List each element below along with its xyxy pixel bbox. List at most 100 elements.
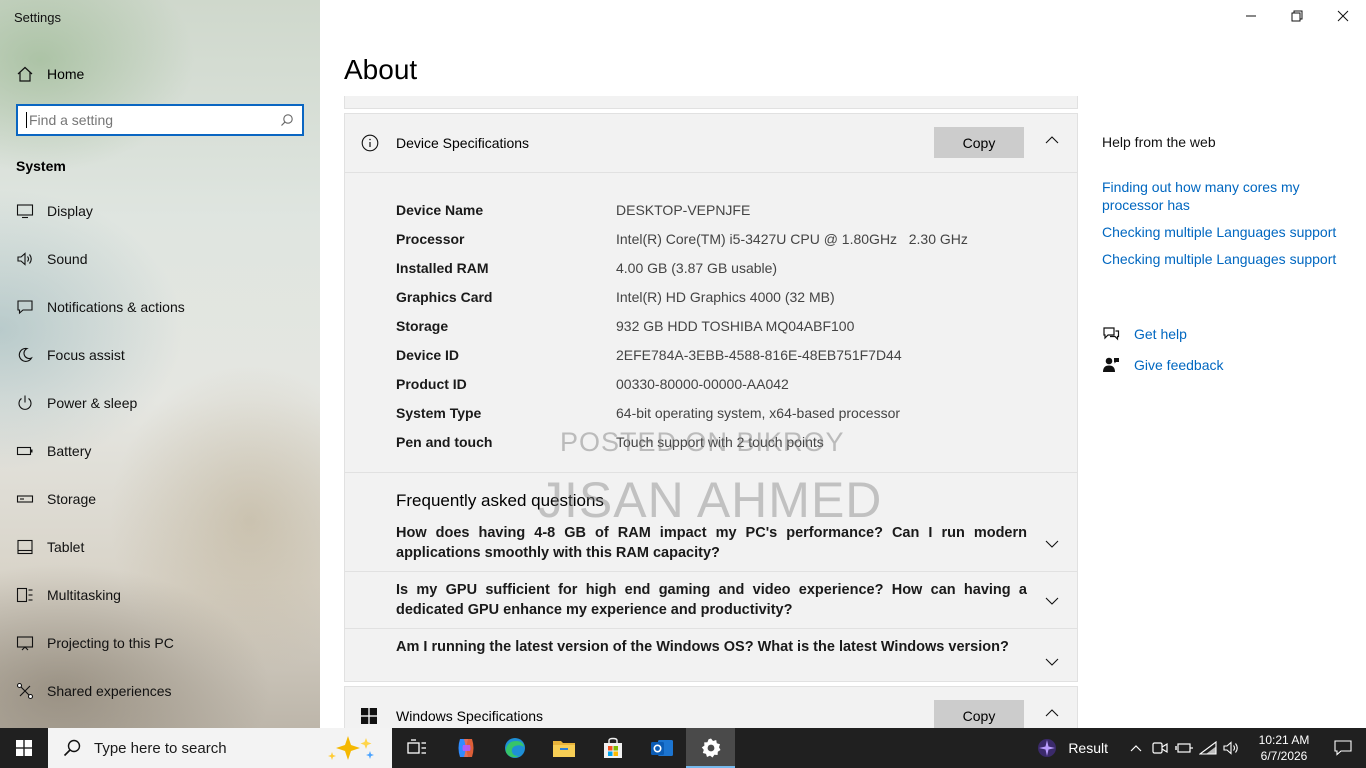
system-tray: Result 10:21 AM 6/7/2026 [1036,728,1366,768]
sidebar-item-power-sleep[interactable]: Power & sleep [0,379,320,427]
help-link[interactable]: Checking multiple Languages support [1102,223,1352,241]
network-button[interactable] [1196,728,1220,768]
sidebar-item-label: Notifications & actions [47,299,185,315]
info-icon [361,134,379,152]
give-feedback-label: Give feedback [1134,357,1224,373]
help-link[interactable]: Finding out how many cores my processor … [1102,178,1352,214]
tray-result-widget[interactable]: Result [1036,737,1108,759]
get-help-link[interactable]: Get help [1102,323,1352,345]
volume-button[interactable] [1220,728,1244,768]
help-actions: Get help Give feedback [1102,323,1352,376]
wifi-icon [1199,741,1217,755]
spec-row: Storage 932 GB HDD TOSHIBA MQ04ABF100 [396,311,1077,340]
faq-item[interactable]: Is my GPU sufficient for high end gaming… [345,572,1077,629]
taskbar-clock[interactable]: 10:21 AM 6/7/2026 [1248,732,1320,764]
sidebar-item-label: Storage [47,491,97,507]
search-icon[interactable] [280,113,294,127]
windows-specifications-title: Windows Specifications [396,708,544,724]
spec-row: Graphics Card Intel(R) HD Graphics 4000 (… [396,282,1077,311]
meet-now-button[interactable] [1148,728,1172,768]
outlook-app[interactable] [637,728,686,768]
tablet-icon [17,539,33,555]
give-feedback-icon [1103,357,1119,372]
faq-item[interactable]: Am I running the latest version of the W… [345,629,1077,681]
get-help-label: Get help [1134,326,1187,342]
sidebar-item-home[interactable]: Home [16,62,84,86]
task-view-button[interactable] [392,728,441,768]
main-content: About Device Specifications Copy Device … [320,0,1366,728]
taskbar-search-placeholder: Type here to search [94,739,227,757]
sidebar-item-tablet[interactable]: Tablet [0,523,320,571]
chevron-down-icon[interactable] [1045,657,1059,667]
copy-windows-specs-button[interactable]: Copy [934,700,1024,728]
faq-question: Is my GPU sufficient for high end gaming… [396,582,1027,618]
sidebar-item-shared-experiences[interactable]: Shared experiences [0,667,320,715]
sound-icon [17,252,32,266]
show-hidden-icons-button[interactable] [1124,728,1148,768]
battery-icon [16,446,33,456]
sidebar-item-storage[interactable]: Storage [0,475,320,523]
copy-device-specs-button[interactable]: Copy [934,127,1024,158]
copilot-sparkle-icon[interactable] [326,734,378,762]
close-button[interactable] [1320,0,1366,32]
search-box[interactable] [16,104,304,136]
faq-title: Frequently asked questions [396,491,604,510]
chevron-down-icon[interactable] [1045,596,1059,606]
store-app[interactable] [588,728,637,768]
chevron-up-icon[interactable] [1045,708,1059,718]
faq-item[interactable]: How does having 4-8 GB of RAM impact my … [345,515,1077,572]
windows-logo-icon [361,708,377,724]
sidebar-item-display[interactable]: Display [0,187,320,235]
sidebar-item-multitasking[interactable]: Multitasking [0,571,320,619]
device-specifications-header[interactable]: Device Specifications Copy [345,114,1077,172]
home-icon [17,66,33,82]
notification-center-button[interactable] [1320,728,1366,768]
app-title: Settings [14,10,61,25]
edge-app[interactable] [490,728,539,768]
help-title: Help from the web [1102,134,1216,150]
window-controls [1228,0,1366,32]
get-help-icon [1103,327,1120,341]
minimize-button[interactable] [1228,0,1274,32]
give-feedback-link[interactable]: Give feedback [1102,354,1352,376]
storage-icon [16,495,34,503]
settings-app[interactable] [686,728,735,768]
file-explorer-app[interactable] [539,728,588,768]
spec-value: 932 GB HDD TOSHIBA MQ04ABF100 [616,317,855,334]
spec-key: Installed RAM [396,259,489,276]
start-button[interactable] [0,728,48,768]
sidebar-item-label: Shared experiences [47,683,172,699]
sidebar-item-projecting[interactable]: Projecting to this PC [0,619,320,667]
spec-key: Device Name [396,201,484,218]
meet-now-icon [1152,742,1168,754]
chevron-up-icon[interactable] [1045,135,1059,145]
spec-row: Device Name DESKTOP-VEPNJFE [396,195,1077,224]
sidebar-item-label: Projecting to this PC [47,635,174,651]
spec-key: Graphics Card [396,288,493,305]
restore-button[interactable] [1274,0,1320,32]
spec-value: Intel(R) HD Graphics 4000 (32 MB) [616,288,835,305]
sidebar-item-label: Sound [47,251,88,267]
sidebar-item-sound[interactable]: Sound [0,235,320,283]
taskbar-search[interactable]: Type here to search [48,728,392,768]
display-icon [16,204,34,219]
spec-value: DESKTOP-VEPNJFE [616,201,751,218]
sidebar-item-focus-assist[interactable]: Focus assist [0,331,320,379]
projecting-icon [16,636,34,651]
chevron-up-icon [1130,745,1142,752]
notifications-icon [17,300,33,315]
windows-specifications-panel: Windows Specifications Copy [344,686,1078,728]
chevron-down-icon[interactable] [1045,539,1059,549]
spec-key: Product ID [396,375,467,392]
sidebar-item-label: Focus assist [47,347,125,363]
previous-panel-edge [344,96,1078,109]
search-input[interactable] [26,112,280,128]
sidebar-item-notifications[interactable]: Notifications & actions [0,283,320,331]
copilot-app[interactable] [441,728,490,768]
sidebar-item-battery[interactable]: Battery [0,427,320,475]
spec-key: System Type [396,404,482,421]
faq-question: How does having 4-8 GB of RAM impact my … [396,525,1027,561]
help-link[interactable]: Checking multiple Languages support [1102,250,1352,268]
windows-specifications-header[interactable]: Windows Specifications Copy [345,687,1077,728]
battery-tray-button[interactable] [1172,728,1196,768]
